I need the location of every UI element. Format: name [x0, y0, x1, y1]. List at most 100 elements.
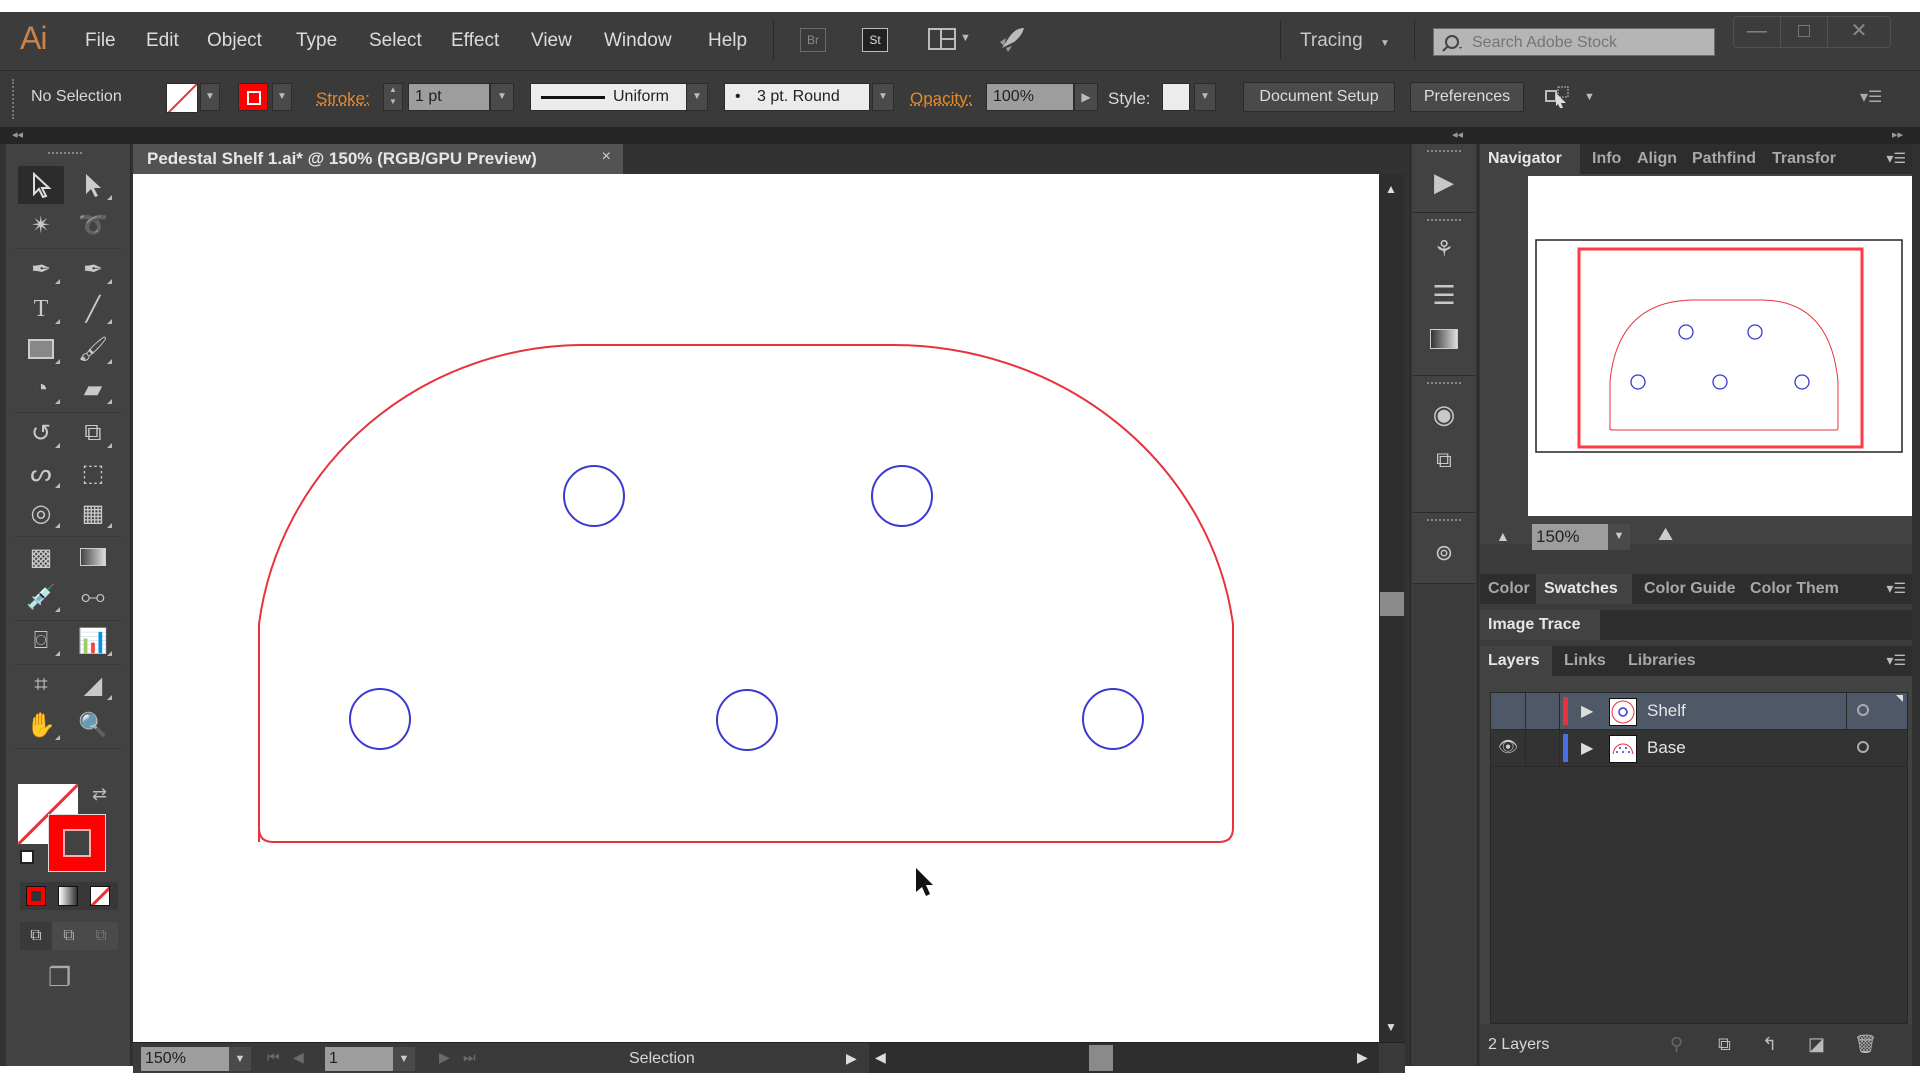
fill-swatch[interactable]	[166, 83, 198, 113]
workspace-switcher[interactable]: Tracing ▼	[1300, 30, 1390, 52]
artboard-dropdown[interactable]: ▼	[393, 1047, 415, 1071]
bridge-icon[interactable]: Br	[800, 28, 826, 52]
status-menu-arrow-icon[interactable]: ▶	[846, 1050, 857, 1067]
zoom-in-icon[interactable]: ⛰	[1658, 524, 1673, 545]
opacity-input[interactable]: 100%	[986, 83, 1074, 111]
trash-icon[interactable]: 🗑	[1854, 1034, 1877, 1055]
zoom-dropdown[interactable]: ▼	[229, 1047, 251, 1071]
create-new-layer-icon[interactable]: ◪	[1808, 1034, 1825, 1055]
layer-name[interactable]: Base	[1647, 738, 1686, 758]
eye-icon[interactable]: 👁	[1491, 730, 1526, 766]
vertical-scrollbar[interactable]: ▲ ▼	[1380, 174, 1404, 1042]
free-transform-tool[interactable]: ⬚	[70, 454, 116, 492]
direct-selection-tool[interactable]	[70, 166, 116, 204]
expand-panels-icon[interactable]: ▸▸	[1892, 128, 1903, 141]
symbol-sprayer-tool[interactable]: ⌼	[18, 622, 64, 660]
control-bar-grip[interactable]	[12, 79, 17, 119]
stroke-weight-dropdown[interactable]: ▼	[490, 83, 514, 111]
panel-menu-icon[interactable]: ▾☰	[1886, 580, 1906, 597]
layer-name[interactable]: Shelf	[1647, 701, 1686, 721]
graphic-style-swatch[interactable]	[1162, 83, 1190, 111]
perspective-grid-tool[interactable]: ▦	[70, 494, 116, 532]
stroke-dropdown[interactable]: ▼	[272, 83, 292, 111]
graphic-styles-icon[interactable]: ⊚	[1427, 537, 1461, 569]
hole-circle[interactable]	[871, 465, 933, 527]
navigator-preview[interactable]	[1528, 176, 1912, 516]
screen-mode-icon[interactable]: ❐	[48, 962, 71, 993]
menu-help[interactable]: Help	[708, 30, 747, 52]
paintbrush-tool[interactable]: 🖌	[70, 330, 116, 368]
select-similar-icon[interactable]	[1544, 85, 1572, 109]
menu-select[interactable]: Select	[369, 30, 422, 52]
tab-swatches[interactable]: Swatches	[1536, 574, 1632, 604]
dock-grip[interactable]	[1427, 150, 1461, 156]
artboard-tool[interactable]: ⌗	[18, 666, 64, 704]
eraser-tool[interactable]: ▰	[70, 370, 116, 408]
opacity-slider-toggle[interactable]: ▶	[1074, 83, 1098, 111]
preferences-button[interactable]: Preferences	[1410, 82, 1524, 112]
none-mode-button[interactable]	[90, 886, 110, 906]
tab-pathfinder[interactable]: Pathfind	[1684, 144, 1764, 174]
arrange-dropdown-icon[interactable]: ▼	[960, 32, 971, 44]
zoom-tool[interactable]: 🔍	[70, 706, 116, 744]
tools-grip[interactable]	[48, 152, 82, 158]
expand-layer-icon[interactable]: ▶	[1581, 701, 1593, 721]
lasso-tool[interactable]: ➰	[70, 206, 116, 244]
menu-window[interactable]: Window	[604, 30, 672, 52]
dock-grip[interactable]	[1427, 519, 1461, 525]
make-clipping-mask-icon[interactable]: ⧉	[1718, 1034, 1731, 1055]
magic-wand-tool[interactable]: ✴	[18, 206, 64, 244]
panel-menu-icon[interactable]: ▾☰	[1886, 652, 1906, 669]
horizontal-scroll-thumb[interactable]	[1089, 1045, 1113, 1071]
zoom-level-input[interactable]: 150%	[141, 1047, 229, 1071]
gradient-tool[interactable]	[70, 538, 116, 576]
last-artboard-icon[interactable]: ⏭	[463, 1049, 476, 1066]
type-tool[interactable]: T	[18, 290, 64, 328]
hand-tool[interactable]: ✋	[18, 706, 64, 744]
transparency-artboards-icon[interactable]: ⧉	[1427, 444, 1461, 476]
next-artboard-icon[interactable]: ▶	[439, 1049, 450, 1066]
swap-fill-stroke-icon[interactable]: ⇄	[92, 784, 107, 805]
collapse-tools-icon[interactable]: ◂◂	[12, 128, 23, 141]
menu-type[interactable]: Type	[296, 30, 337, 52]
dock-grip[interactable]	[1427, 382, 1461, 388]
panel-menu-icon[interactable]: ▾☰	[1886, 150, 1906, 167]
stroke-panel-icon[interactable]: ☰	[1427, 279, 1461, 311]
draw-normal-icon[interactable]: ⧉	[20, 922, 52, 950]
brushes-icon[interactable]: ⚘	[1427, 233, 1461, 265]
stroke-label[interactable]: Stroke:	[316, 89, 370, 109]
document-setup-button[interactable]: Document Setup	[1243, 82, 1395, 112]
stroke-color-box[interactable]	[48, 814, 106, 872]
tab-align[interactable]: Align	[1629, 144, 1685, 174]
document-tab[interactable]: Pedestal Shelf 1.ai* @ 150% (RGB/GPU Pre…	[133, 144, 623, 174]
tab-color-guide[interactable]: Color Guide	[1636, 574, 1744, 604]
close-document-icon[interactable]: ×	[602, 148, 611, 166]
style-dropdown[interactable]: ▼	[1194, 83, 1216, 111]
color-mode-button[interactable]	[26, 886, 46, 906]
tab-image-trace[interactable]: Image Trace	[1480, 610, 1600, 640]
stock-search-box[interactable]	[1433, 28, 1715, 56]
hole-circle[interactable]	[563, 465, 625, 527]
tab-info[interactable]: Info	[1584, 144, 1629, 174]
locate-object-icon[interactable]: ⚲	[1670, 1034, 1683, 1055]
fill-dropdown[interactable]: ▼	[200, 83, 220, 111]
stroke-weight-stepper[interactable]: ▲ ▼	[383, 83, 403, 111]
previous-artboard-icon[interactable]: ◀	[293, 1049, 304, 1066]
line-segment-tool[interactable]: ╱	[70, 290, 116, 328]
gpu-performance-rocket-icon[interactable]	[996, 26, 1026, 54]
opacity-label[interactable]: Opacity:	[910, 89, 972, 109]
layer-target-icon[interactable]	[1857, 704, 1869, 716]
rotate-tool[interactable]: ↺	[18, 414, 64, 452]
scroll-down-icon[interactable]: ▼	[1385, 1020, 1397, 1034]
create-sublayer-icon[interactable]: ↰	[1762, 1034, 1777, 1055]
stroke-weight-input[interactable]: 1 pt	[408, 83, 490, 111]
tab-libraries[interactable]: Libraries	[1620, 646, 1704, 676]
gradient-mode-button[interactable]	[58, 886, 78, 906]
arrange-documents-icon[interactable]	[928, 28, 956, 50]
tab-transform[interactable]: Transfor	[1764, 144, 1844, 174]
artboard-number-input[interactable]: 1	[325, 1047, 393, 1071]
warp-tool[interactable]: ᔕ	[18, 454, 64, 492]
collapse-dock-icon[interactable]: ◂◂	[1452, 128, 1463, 141]
rectangle-tool[interactable]	[18, 330, 64, 368]
tab-links[interactable]: Links	[1556, 646, 1614, 676]
